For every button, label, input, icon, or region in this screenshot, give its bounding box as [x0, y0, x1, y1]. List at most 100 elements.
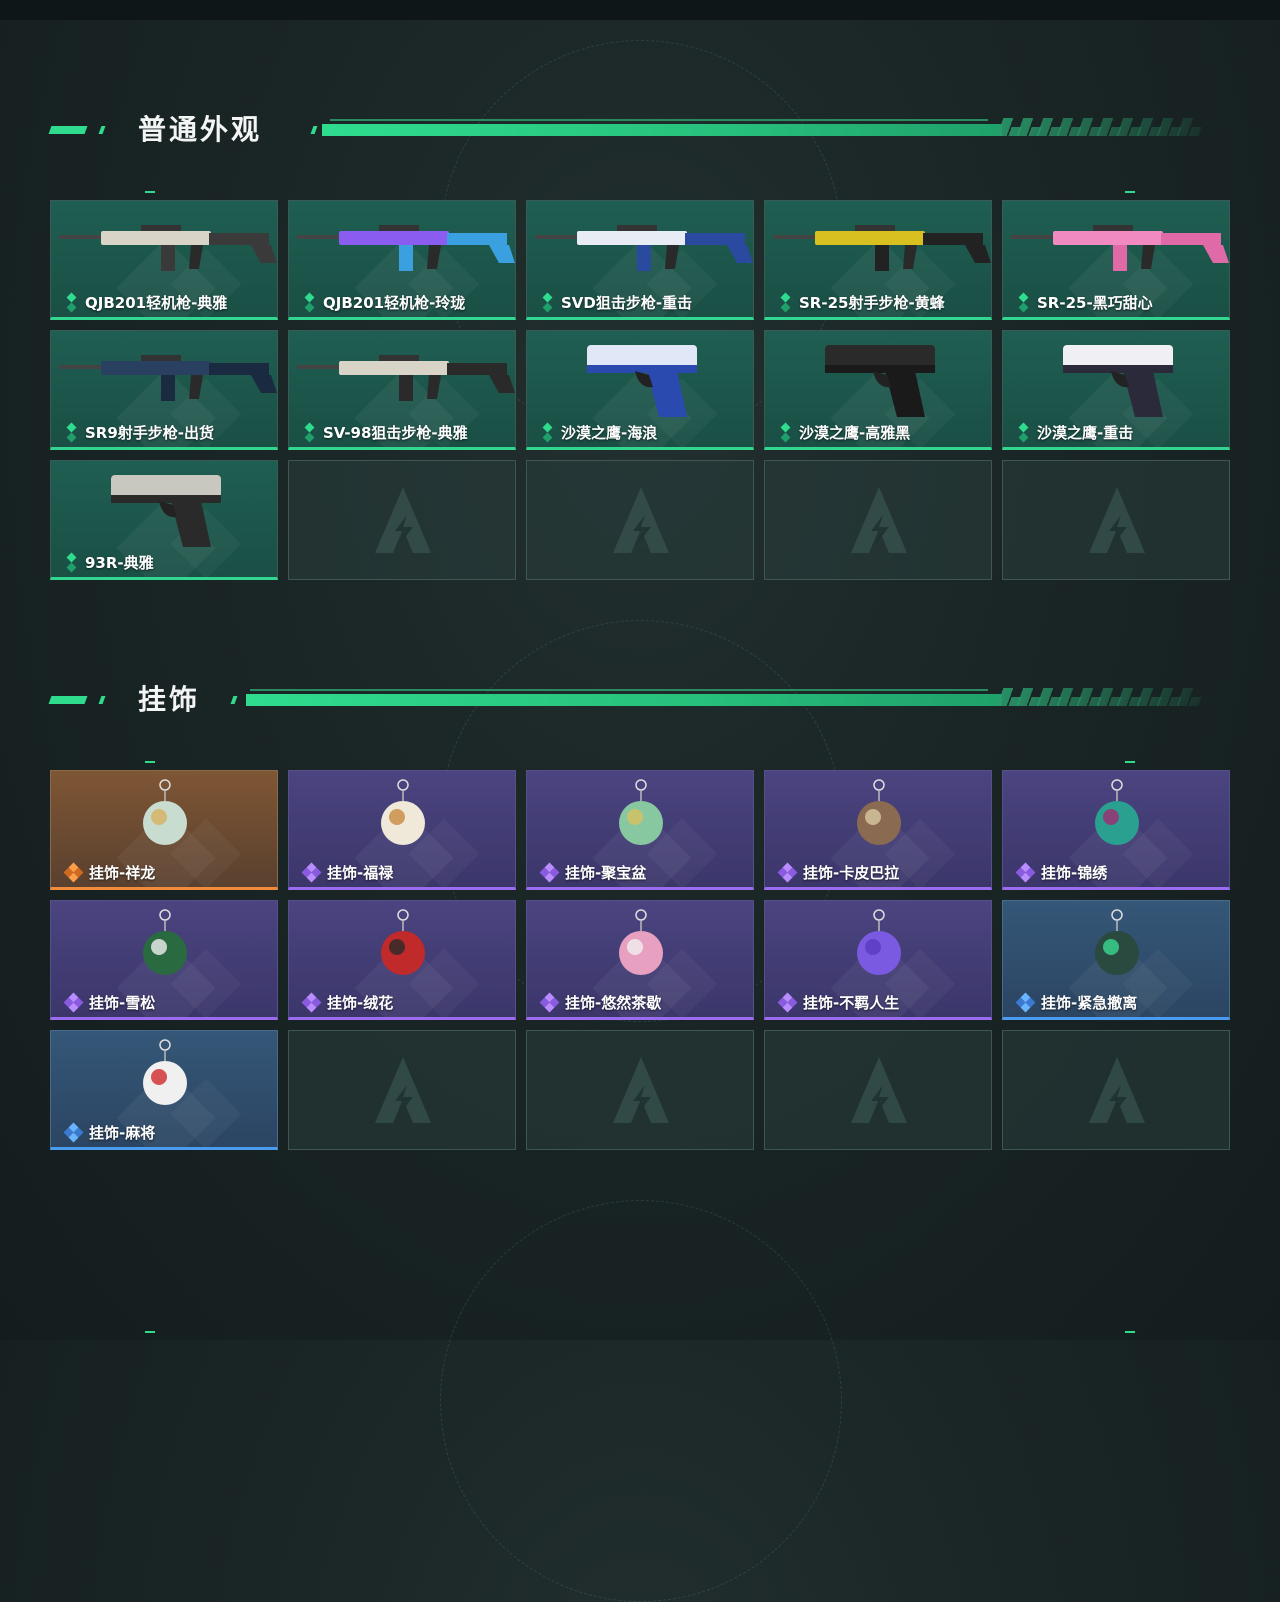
- item-label-row: 沙漠之鹰-高雅黑: [779, 422, 911, 443]
- rarity-icon: [65, 292, 79, 313]
- item-label: SR9射手步枪-出货: [85, 424, 215, 442]
- corner-mark: [145, 761, 155, 763]
- item-card[interactable]: SR9射手步枪-出货: [50, 330, 278, 450]
- item-card[interactable]: QJB201轻机枪-典雅: [50, 200, 278, 320]
- item-label-row: QJB201轻机枪-典雅: [65, 292, 227, 313]
- header-thin-line: [250, 689, 988, 691]
- empty-slot: [288, 460, 516, 580]
- rarity-icon: [301, 862, 322, 883]
- item-label: 挂饰-祥龙: [89, 864, 156, 882]
- item-card[interactable]: 挂饰-聚宝盆: [526, 770, 754, 890]
- item-label-row: SR-25-黑巧甜心: [1017, 292, 1153, 313]
- item-card[interactable]: 挂饰-雪松: [50, 900, 278, 1020]
- empty-slot: [526, 460, 754, 580]
- rarity-icon: [303, 292, 317, 313]
- item-label: SR-25-黑巧甜心: [1037, 294, 1153, 312]
- header-tick: [230, 696, 238, 704]
- item-label: 挂饰-悠然茶歇: [565, 994, 662, 1012]
- item-card[interactable]: 挂饰-紧急撤离: [1002, 900, 1230, 1020]
- item-label: SV-98狙击步枪-典雅: [323, 424, 468, 442]
- corner-mark: [145, 1331, 155, 1333]
- item-label: 挂饰-雪松: [89, 994, 156, 1012]
- header-dash: [98, 126, 106, 134]
- item-label: 沙漠之鹰-高雅黑: [799, 424, 911, 442]
- section-header-skins: 普通外观: [48, 110, 1204, 150]
- rarity-icon: [303, 422, 317, 443]
- header-bar: [246, 694, 1002, 706]
- item-card[interactable]: 挂饰-麻将: [50, 1030, 278, 1150]
- item-card[interactable]: 93R-典雅: [50, 460, 278, 580]
- rarity-icon: [779, 292, 793, 313]
- header-bar: [322, 124, 1002, 136]
- item-card[interactable]: 挂饰-福禄: [288, 770, 516, 890]
- item-label: 挂饰-卡皮巴拉: [803, 864, 900, 882]
- item-label: 挂饰-聚宝盆: [565, 864, 647, 882]
- item-label: 93R-典雅: [85, 554, 154, 572]
- item-label: 挂饰-紧急撤离: [1041, 994, 1138, 1012]
- background-arc: [440, 1200, 842, 1602]
- item-label-row: 挂饰-紧急撤离: [1015, 992, 1138, 1013]
- item-label-row: SV-98狙击步枪-典雅: [303, 422, 468, 443]
- item-label-row: 挂饰-雪松: [63, 992, 156, 1013]
- rarity-icon: [63, 862, 84, 883]
- corner-mark: [145, 191, 155, 193]
- item-label-row: 挂饰-卡皮巴拉: [777, 862, 900, 883]
- rarity-icon: [779, 422, 793, 443]
- item-label-row: 挂饰-福禄: [301, 862, 393, 883]
- item-label-row: 沙漠之鹰-海浪: [541, 422, 658, 443]
- item-card[interactable]: SVD狙击步枪-重击: [526, 200, 754, 320]
- header-dash: [48, 126, 88, 134]
- item-card[interactable]: QJB201轻机枪-玲珑: [288, 200, 516, 320]
- section-title: 普通外观: [138, 113, 263, 146]
- item-card[interactable]: 挂饰-绒花: [288, 900, 516, 1020]
- item-label-row: 挂饰-麻将: [63, 1122, 156, 1143]
- item-label-row: 挂饰-绒花: [301, 992, 394, 1013]
- item-card[interactable]: 挂饰-卡皮巴拉: [764, 770, 992, 890]
- item-card[interactable]: 挂饰-祥龙: [50, 770, 278, 890]
- top-band: [0, 0, 1280, 20]
- empty-slot: [764, 1030, 992, 1150]
- rarity-icon: [1017, 292, 1031, 313]
- item-card[interactable]: 挂饰-锦绣: [1002, 770, 1230, 890]
- item-card[interactable]: SV-98狙击步枪-典雅: [288, 330, 516, 450]
- empty-slot: [764, 460, 992, 580]
- item-label-row: 挂饰-祥龙: [63, 862, 156, 883]
- header-tick: [310, 126, 318, 134]
- empty-slot: [1002, 1030, 1230, 1150]
- item-card[interactable]: 沙漠之鹰-海浪: [526, 330, 754, 450]
- item-label-row: 挂饰-锦绣: [1015, 862, 1107, 883]
- item-card[interactable]: SR-25射手步枪-黄蜂: [764, 200, 992, 320]
- item-label: 沙漠之鹰-重击: [1037, 424, 1134, 442]
- header-thin-line: [330, 119, 988, 121]
- item-label: 挂饰-绒花: [327, 994, 394, 1012]
- item-card[interactable]: 挂饰-悠然茶歇: [526, 900, 754, 1020]
- rarity-icon: [539, 862, 560, 883]
- section-title: 挂饰: [138, 683, 201, 716]
- corner-mark: [1125, 761, 1135, 763]
- header-checker-pattern: [998, 697, 1202, 706]
- item-label-row: SR-25射手步枪-黄蜂: [779, 292, 945, 313]
- rarity-icon: [1015, 862, 1036, 883]
- section-header-charms: 挂饰: [48, 680, 1204, 720]
- rarity-icon: [777, 862, 798, 883]
- item-label-row: SR9射手步枪-出货: [65, 422, 215, 443]
- item-label: 沙漠之鹰-海浪: [561, 424, 658, 442]
- rarity-icon: [1015, 992, 1036, 1013]
- rarity-icon: [65, 422, 79, 443]
- header-checker-pattern: [998, 127, 1202, 136]
- item-label: SR-25射手步枪-黄蜂: [799, 294, 945, 312]
- item-card[interactable]: SR-25-黑巧甜心: [1002, 200, 1230, 320]
- item-card[interactable]: 沙漠之鹰-重击: [1002, 330, 1230, 450]
- empty-slot: [526, 1030, 754, 1150]
- item-label-row: 挂饰-不羁人生: [777, 992, 900, 1013]
- item-card[interactable]: 挂饰-不羁人生: [764, 900, 992, 1020]
- item-label: 挂饰-麻将: [89, 1124, 156, 1142]
- corner-mark: [1125, 191, 1135, 193]
- corner-mark: [1125, 1331, 1135, 1333]
- rarity-icon: [65, 552, 79, 573]
- item-card[interactable]: 沙漠之鹰-高雅黑: [764, 330, 992, 450]
- item-label-row: 挂饰-聚宝盆: [539, 862, 647, 883]
- item-label: 挂饰-不羁人生: [803, 994, 900, 1012]
- rarity-icon: [63, 992, 84, 1013]
- rarity-icon: [777, 992, 798, 1013]
